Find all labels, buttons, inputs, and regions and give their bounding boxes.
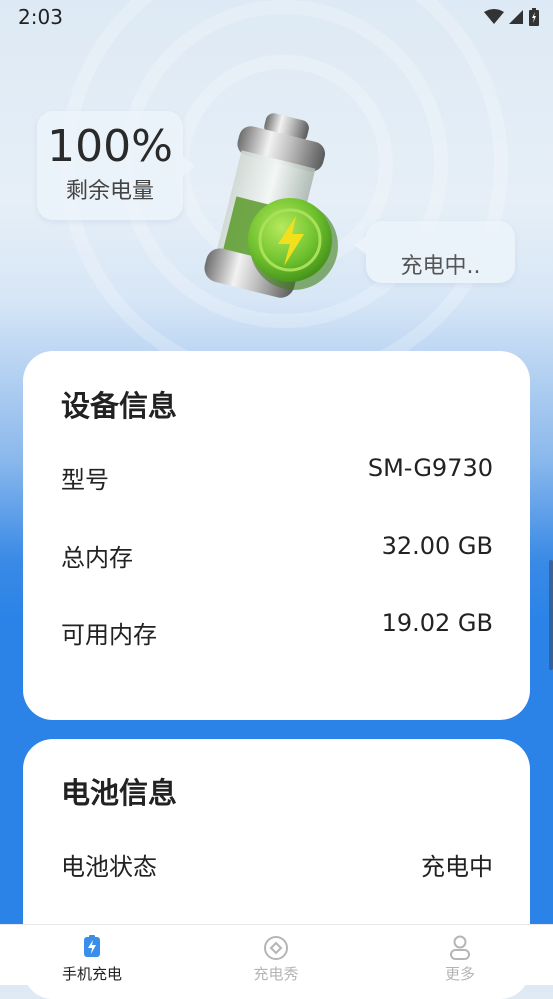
charging-status-text: 充电中.. (400, 254, 481, 279)
battery-percent: 100% (47, 121, 173, 172)
battery-status-value: 充电中 (421, 853, 493, 881)
device-info-title: 设备信息 (61, 389, 178, 423)
person-icon (450, 935, 470, 960)
signal-icon (509, 10, 523, 24)
wifi-icon (484, 9, 504, 24)
available-memory-label: 可用内存 (61, 621, 157, 649)
battery-level-bubble: 100% 剩余电量 (37, 111, 195, 220)
battery-info-title: 电池信息 (61, 776, 178, 810)
tab-charging-show[interactable]: 充电秀 (184, 925, 368, 985)
status-bar: 2:03 (0, 0, 553, 34)
model-value: SM-G9730 (367, 454, 493, 482)
scrollbar[interactable] (549, 560, 553, 670)
model-label: 型号 (61, 466, 109, 494)
tab-phone-charging[interactable]: 手机充电 (0, 925, 184, 985)
diamond-circle-icon (264, 936, 288, 960)
device-info-card: 设备信息 型号 SM-G9730 总内存 32.00 GB 可用内存 19.02… (23, 351, 530, 720)
battery-status-icon (529, 8, 539, 26)
tab-more-label: 更多 (444, 965, 475, 983)
charging-status-bubble: 充电中.. (354, 221, 515, 283)
available-memory-value: 19.02 GB (381, 609, 493, 637)
tab-phone-charging-label: 手机充电 (61, 965, 122, 983)
battery-charge-icon (84, 935, 100, 957)
tab-more[interactable]: 更多 (368, 925, 552, 985)
status-time: 2:03 (18, 5, 63, 29)
bottom-tab-bar: 手机充电 充电秀 更多 (0, 924, 553, 985)
battery-status-label: 电池状态 (61, 853, 157, 881)
tab-charging-show-label: 充电秀 (253, 965, 299, 983)
remaining-label: 剩余电量 (65, 179, 154, 204)
battery-illustration (204, 113, 338, 298)
total-memory-value: 32.00 GB (381, 532, 493, 560)
status-icons (484, 8, 539, 26)
total-memory-label: 总内存 (61, 544, 133, 572)
